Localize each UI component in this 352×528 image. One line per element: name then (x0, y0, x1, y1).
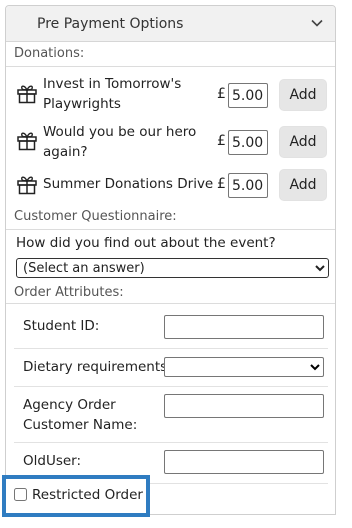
questionnaire-label: Customer Questionnaire: (14, 209, 177, 224)
donation-row: Summer Donations Drive £ Add (6, 168, 335, 204)
gift-icon (17, 132, 37, 151)
divider (6, 229, 335, 230)
currency-symbol: £ (217, 86, 226, 102)
divider (14, 442, 328, 443)
answer-select[interactable]: (Select an answer) (16, 258, 329, 278)
divider (6, 303, 335, 304)
divider (14, 348, 328, 349)
donation-row: Would you be our hero again? £ Add (6, 122, 335, 164)
divider (14, 386, 328, 387)
dietary-requirements-select[interactable] (164, 357, 324, 377)
donation-name: Summer Donations Drive (43, 176, 214, 192)
donation-amount-input[interactable] (228, 173, 268, 198)
donations-label: Donations: (14, 46, 85, 61)
currency-symbol: £ (217, 176, 226, 192)
restricted-order-label[interactable]: Restricted Order (32, 487, 143, 503)
panel-header[interactable]: Pre Payment Options (6, 6, 335, 42)
add-donation-button[interactable]: Add (279, 126, 327, 158)
donation-row: Invest in Tomorrow's Playwrights £ Add (6, 74, 335, 116)
donation-name: Would you be our hero again? (43, 124, 197, 160)
currency-symbol: £ (217, 133, 226, 149)
olduser-input[interactable] (164, 450, 324, 474)
pre-payment-options-panel: Pre Payment Options Donations: Invest in… (5, 5, 336, 515)
restricted-order-highlight: Restricted Order (2, 475, 150, 517)
donation-amount-input[interactable] (228, 83, 268, 108)
restricted-order-checkbox[interactable] (14, 488, 27, 501)
panel-title: Pre Payment Options (37, 16, 184, 32)
add-donation-button[interactable]: Add (279, 79, 327, 111)
order-attributes-label: Order Attributes: (14, 285, 124, 300)
add-donation-button[interactable]: Add (279, 169, 327, 201)
question-text: How did you find out about the event? (16, 235, 276, 251)
agency-order-customer-name-input[interactable] (164, 394, 324, 418)
donation-name: Invest in Tomorrow's Playwrights (43, 76, 182, 112)
divider (6, 66, 335, 67)
gift-icon (17, 176, 37, 195)
agency-order-customer-name-label: Agency Order Customer Name: (23, 397, 138, 433)
chevron-down-icon[interactable] (309, 15, 325, 31)
dietary-requirements-label: Dietary requirements: (23, 359, 172, 375)
student-id-input[interactable] (164, 315, 324, 339)
olduser-label: OldUser: (23, 453, 82, 469)
donation-amount-input[interactable] (228, 130, 268, 155)
gift-icon (17, 85, 37, 104)
student-id-label: Student ID: (23, 318, 100, 334)
